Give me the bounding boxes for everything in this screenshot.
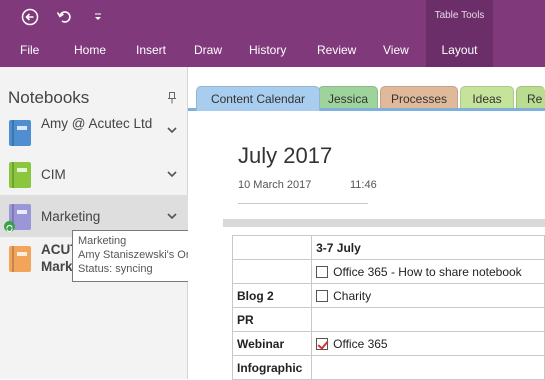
todo-checkbox[interactable] — [316, 337, 329, 350]
notebook-icon — [9, 162, 31, 188]
pin-icon[interactable] — [167, 91, 177, 104]
tab-draw[interactable]: Draw — [194, 40, 222, 60]
quick-access-toolbar — [20, 7, 108, 27]
ribbon: File Home Insert Draw History Review Vie… — [0, 0, 545, 67]
table-row: PR — [231, 307, 545, 332]
section-tabs: Content Calendar Jessica Processes Ideas… — [188, 86, 545, 111]
notebooks-pane: Notebooks Amy @ Acutec Ltd CIM Marketing… — [0, 67, 188, 379]
notebook-icon — [9, 120, 31, 146]
cell-text: Office 365 - How to share notebook — [333, 264, 522, 279]
back-circle-icon[interactable] — [20, 7, 40, 27]
tab-content-calendar[interactable]: Content Calendar — [196, 86, 320, 111]
title-underline — [238, 203, 368, 204]
cell-text: Office 365 — [333, 336, 388, 351]
table-row: Office 365 - How to share notebook — [231, 259, 545, 284]
row-label-cell[interactable]: PR — [231, 307, 313, 332]
row-label-cell[interactable] — [231, 259, 313, 284]
notebook-cim[interactable]: CIM — [0, 154, 188, 196]
table-grip[interactable] — [223, 219, 545, 227]
tab-file[interactable]: File — [20, 40, 39, 60]
row-value-cell[interactable]: Charity — [311, 283, 545, 308]
row-label-cell[interactable]: Infographic — [231, 355, 313, 380]
tab-insert[interactable]: Insert — [136, 40, 166, 60]
tab-history[interactable]: History — [249, 40, 286, 60]
page-title[interactable]: July 2017 — [238, 143, 332, 169]
notebooks-header: Notebooks — [8, 88, 90, 107]
table-row: Blog 2 Charity — [231, 283, 545, 308]
row-value-cell[interactable] — [311, 355, 545, 380]
tab-layout[interactable]: Layout — [426, 43, 493, 57]
tab-home[interactable]: Home — [74, 40, 106, 60]
notebook-amy-acutec[interactable]: Amy @ Acutec Ltd — [0, 112, 188, 154]
row-value-cell[interactable] — [311, 307, 545, 332]
tab-review[interactable]: Review — [317, 40, 356, 60]
tab-view[interactable]: View — [383, 40, 409, 60]
row-label-cell[interactable]: Webinar — [231, 331, 313, 356]
tab-ideas[interactable]: Ideas — [460, 86, 514, 110]
table-row: Infographic — [231, 355, 545, 380]
notebook-label: Marketing — [41, 209, 101, 224]
notebook-icon — [9, 246, 31, 272]
row-label-cell[interactable] — [231, 235, 313, 260]
cell-text: 3-7 July — [316, 240, 361, 255]
chevron-down-icon[interactable] — [167, 212, 177, 220]
row-label-cell[interactable]: Blog 2 — [231, 283, 313, 308]
notebook-label: Amy @ Acutec Ltd — [41, 116, 153, 131]
tab-jessica[interactable]: Jessica — [318, 86, 378, 110]
todo-checkbox[interactable] — [316, 289, 329, 302]
chevron-down-icon[interactable] — [167, 126, 177, 134]
sync-status-icon — [4, 221, 15, 233]
page-canvas[interactable]: July 2017 10 March 2017 11:46 3-7 July Of… — [188, 108, 545, 380]
tab-processes[interactable]: Processes — [380, 86, 458, 110]
row-value-cell[interactable]: 3-7 July — [311, 235, 545, 260]
page-date: 10 March 2017 — [238, 179, 312, 191]
undo-icon[interactable] — [54, 7, 74, 27]
page-time: 11:46 — [350, 179, 377, 191]
customize-dropdown-icon[interactable] — [88, 7, 108, 27]
table-row: Webinar Office 365 — [231, 331, 545, 356]
chevron-down-icon[interactable] — [167, 170, 177, 178]
tab-re[interactable]: Re — [516, 86, 545, 110]
notebook-label: CIM — [41, 167, 66, 182]
row-value-cell[interactable]: Office 365 — [311, 331, 545, 356]
row-value-cell[interactable]: Office 365 - How to share notebook — [311, 259, 545, 284]
table-tools-label: Table Tools — [434, 10, 485, 21]
table-row: 3-7 July — [231, 235, 545, 260]
cell-text: Charity — [333, 288, 372, 303]
content-table[interactable]: 3-7 July Office 365 - How to share notebo… — [231, 235, 545, 380]
todo-checkbox[interactable] — [316, 265, 329, 278]
table-tools-contextual-tab: Table Tools Layout — [426, 0, 493, 67]
